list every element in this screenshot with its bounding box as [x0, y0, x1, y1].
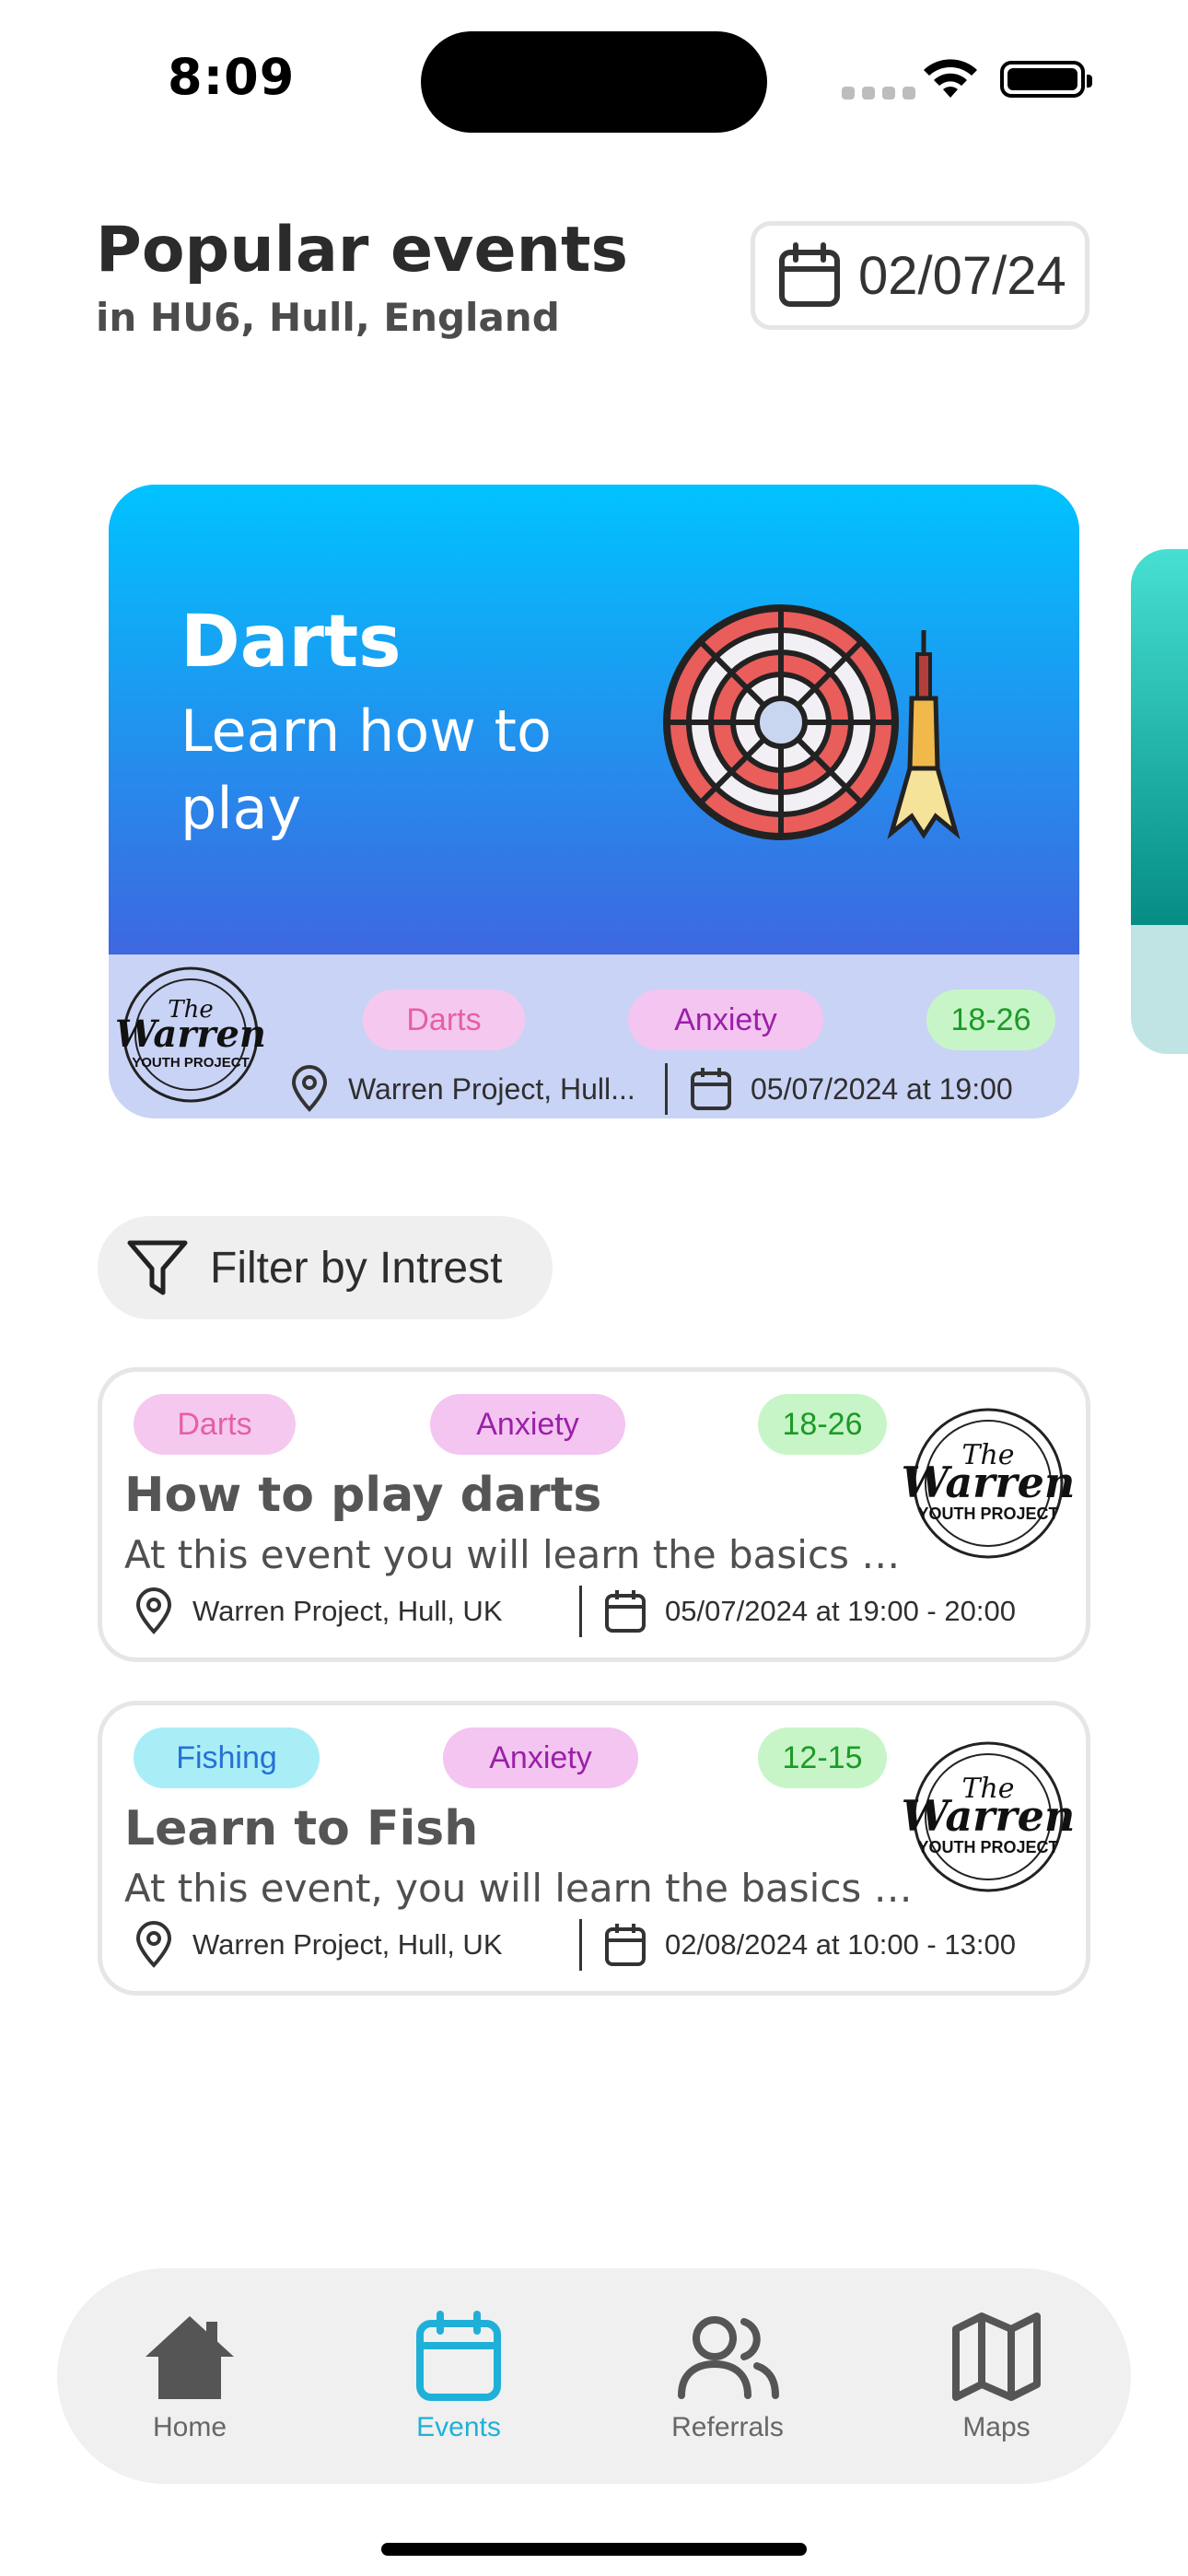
calendar-icon: [779, 242, 840, 307]
date-picker-button[interactable]: 02/07/24: [751, 221, 1089, 330]
logo-line3: YOUTH PROJECT: [917, 1505, 1058, 1523]
event-card[interactable]: Fishing Anxiety 12-15 The Warren YOUTH P…: [98, 1701, 1090, 1996]
logo-line3: YOUTH PROJECT: [132, 1055, 250, 1071]
warren-project-logo: The Warren YOUTH PROJECT: [902, 1408, 1076, 1559]
filter-label: Filter by Intrest: [210, 1243, 503, 1293]
home-icon: [146, 2316, 234, 2399]
event-description: At this event you will learn the basics …: [124, 1532, 916, 1577]
featured-tag-topic: Anxiety: [628, 989, 823, 1050]
featured-title: Darts: [181, 601, 402, 684]
event-tag-topic: Anxiety: [443, 1727, 638, 1788]
calendar-icon: [605, 1924, 646, 1966]
featured-tag-age: 18-26: [926, 989, 1055, 1050]
featured-tag-interest: Darts: [363, 989, 525, 1050]
featured-datetime: 05/07/2024 at 19:00: [751, 1071, 1013, 1106]
event-datetime: 05/07/2024 at 19:00 - 20:00: [665, 1595, 1016, 1627]
event-meta-row: Warren Project, Hull, UK 05/07/2024 at 1…: [134, 1586, 1016, 1637]
tab-home-label: Home: [152, 2412, 227, 2442]
location-pin-icon: [135, 1587, 172, 1634]
warren-project-logo: The Warren YOUTH PROJECT: [902, 1741, 1076, 1892]
home-indicator[interactable]: [381, 2543, 807, 2556]
event-description: At this event, you will learn the basics…: [124, 1866, 916, 1911]
map-icon: [952, 2313, 1041, 2401]
calendar-icon: [605, 1590, 646, 1633]
dynamic-island: [421, 31, 767, 133]
featured-banner: Darts Learn how to play: [109, 485, 1079, 954]
tab-referrals-label: Referrals: [671, 2412, 784, 2442]
event-title: Learn to Fish: [124, 1801, 479, 1856]
featured-location: Warren Project, Hull...: [348, 1071, 635, 1106]
tab-home[interactable]: Home: [98, 2311, 282, 2443]
event-datetime: 02/08/2024 at 10:00 - 13:00: [665, 1928, 1016, 1961]
event-location: Warren Project, Hull, UK: [192, 1595, 503, 1627]
location-subtitle: in HU6, Hull, England: [96, 295, 560, 340]
event-tag-age: 18-26: [758, 1394, 887, 1455]
event-card[interactable]: Darts Anxiety 18-26 The Warren YOUTH PRO…: [98, 1367, 1090, 1662]
logo-line3: YOUTH PROJECT: [917, 1838, 1058, 1856]
logo-line2: Warren: [902, 1791, 1076, 1841]
dartboard-icon: [663, 604, 961, 840]
filter-by-interest-button[interactable]: Filter by Intrest: [98, 1216, 553, 1319]
location-pin-icon: [135, 1921, 172, 1968]
bottom-tab-bar: Home Events Referrals Maps: [57, 2268, 1131, 2484]
event-location: Warren Project, Hull, UK: [192, 1928, 503, 1961]
cellular-signal-icon: [842, 87, 915, 100]
page-title: Popular events: [96, 214, 628, 287]
wifi-icon: [924, 59, 977, 98]
battery-icon: [1000, 61, 1092, 98]
location-pin-icon: [291, 1065, 328, 1112]
featured-event-card[interactable]: Darts Learn how to play The Warren YOUTH…: [109, 485, 1079, 1118]
featured-description: Learn how to play: [181, 697, 552, 842]
next-featured-card[interactable]: [1131, 549, 1188, 1054]
tab-events-label: Events: [416, 2412, 501, 2442]
event-tag-age: 12-15: [758, 1727, 887, 1788]
filter-icon: [127, 1240, 188, 1295]
tab-maps-label: Maps: [962, 2412, 1031, 2442]
selected-date: 02/07/24: [858, 245, 1066, 306]
tab-referrals[interactable]: Referrals: [635, 2311, 820, 2443]
event-meta-row: Warren Project, Hull, UK 02/08/2024 at 1…: [134, 1919, 1016, 1971]
logo-line2: Warren: [115, 1013, 266, 1056]
event-tag-interest: Fishing: [134, 1727, 320, 1788]
calendar-icon: [691, 1068, 731, 1110]
users-icon: [678, 2316, 779, 2399]
tab-maps[interactable]: Maps: [904, 2311, 1089, 2443]
featured-meta-row: Warren Project, Hull... 05/07/2024 at 19…: [289, 1063, 1013, 1115]
tab-events[interactable]: Events: [367, 2311, 551, 2443]
warren-project-logo: The Warren YOUTH PROJECT: [115, 966, 266, 1103]
event-tag-topic: Anxiety: [430, 1394, 625, 1455]
logo-line2: Warren: [902, 1458, 1076, 1507]
calendar-icon: [416, 2311, 501, 2401]
event-tag-interest: Darts: [134, 1394, 296, 1455]
featured-details: The Warren YOUTH PROJECT Darts Anxiety 1…: [109, 954, 1079, 1118]
status-time: 8:09: [168, 48, 296, 106]
event-title: How to play darts: [124, 1468, 602, 1523]
